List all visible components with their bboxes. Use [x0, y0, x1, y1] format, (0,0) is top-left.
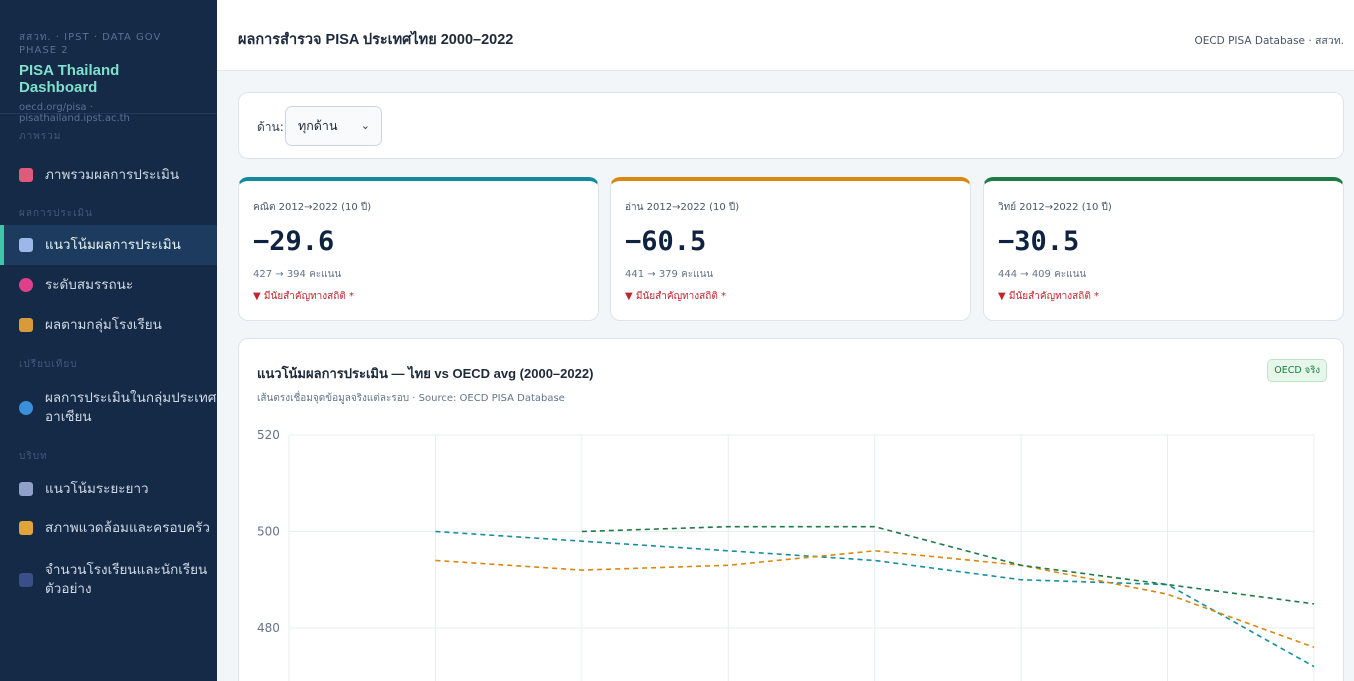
sidebar-item-label: แนวโน้มผลการประเมิน: [45, 236, 181, 253]
sidebar-item-school-groups[interactable]: ผลตามกลุ่มโรงเรียน: [0, 312, 217, 338]
chart-icon: [19, 482, 33, 496]
source-label: OECD PISA Database · สสวท.: [1194, 35, 1344, 47]
sidebar: สสวท. · IPST · DATA GOV PHASE 2 PISA Tha…: [0, 0, 217, 681]
sidebar-item-label: จำนวนโรงเรียนและนักเรียน ตัวอย่าง: [45, 561, 207, 599]
app-root: สสวท. · IPST · DATA GOV PHASE 2 PISA Tha…: [0, 0, 1354, 681]
school-icon: [19, 318, 33, 332]
sidebar-item-trend[interactable]: แนวโน้มผลการประเมิน: [0, 225, 217, 265]
domain-filter-label: ด้าน:: [257, 120, 284, 134]
sidebar-item-sample[interactable]: จำนวนโรงเรียนและนักเรียน ตัวอย่าง: [0, 558, 217, 602]
house-icon: [19, 521, 33, 535]
sidebar-item-label-line2: อาเซียน: [45, 409, 92, 425]
nav-section-results: ผลการประเมิน: [19, 208, 93, 219]
sidebar-item-proficiency[interactable]: ระดับสมรรถนะ: [0, 272, 217, 298]
stat-value: −29.6: [253, 226, 335, 257]
sidebar-item-label: สภาพแวดล้อมและครอบครัว: [45, 519, 210, 536]
stat-sub: 427 → 394 คะแนน: [253, 269, 342, 280]
sidebar-item-label: ผลการประเมินในกลุ่มประเทศ อาเซียน: [45, 389, 216, 427]
brand: สสวท. · IPST · DATA GOV PHASE 2 PISA Tha…: [0, 0, 217, 124]
trend-chart-card: แนวโน้มผลการประเมิน — ไทย vs OECD avg (2…: [238, 338, 1344, 681]
people-icon: [19, 573, 33, 587]
sidebar-item-environment[interactable]: สภาพแวดล้อมและครอบครัว: [0, 515, 217, 541]
stat-significance: ▼ มีนัยสำคัญทางสถิติ *: [625, 291, 727, 302]
brand-subtitle: oecd.org/pisa · pisathailand.ipst.ac.th: [19, 102, 130, 124]
brand-title: PISA Thailand Dashboard: [19, 62, 120, 96]
stat-significance: ▼ มีนัยสำคัญทางสถิติ *: [253, 291, 355, 302]
nav-section-compare: เปรียบเทียบ: [19, 359, 78, 370]
sidebar-item-label: แนวโน้มระยะยาว: [45, 480, 149, 497]
stat-label: คณิต 2012→2022 (10 ปี): [253, 202, 372, 213]
sidebar-item-label-line2: ตัวอย่าง: [45, 581, 92, 597]
filter-card: ด้าน: ทุกด้าน ⌄: [238, 92, 1344, 159]
sidebar-item-long-term[interactable]: แนวโน้มระยะยาว: [0, 476, 217, 502]
stat-sub: 441 → 379 คะแนน: [625, 269, 714, 280]
nav-section-overview: ภาพรวม: [19, 131, 62, 142]
y-tick-label: 520: [257, 428, 280, 442]
stat-value: −30.5: [998, 226, 1080, 257]
globe-icon: [19, 401, 33, 415]
sidebar-item-label-line1: ผลการประเมินในกลุ่มประเทศ: [45, 390, 217, 406]
stat-card-science: วิทย์ 2012→2022 (10 ปี) −30.5 444 → 409 …: [983, 177, 1344, 321]
topbar: ผลการสำรวจ PISA ประเทศไทย 2000–2022 OECD…: [217, 0, 1354, 71]
y-tick-label: 500: [257, 525, 280, 539]
trend-line-chart: 520 500 480: [257, 428, 1315, 681]
stat-label: วิทย์ 2012→2022 (10 ปี): [998, 202, 1112, 213]
series-line-2: [581, 525, 1315, 605]
nav-section-context: บริบท: [19, 451, 48, 462]
sidebar-item-label: ภาพรวมผลการประเมิน: [45, 166, 180, 183]
trend-chart-icon: [19, 238, 33, 252]
bar-chart-icon: [19, 168, 33, 182]
stat-card-math: คณิต 2012→2022 (10 ปี) −29.6 427 → 394 ค…: [238, 177, 599, 321]
domain-select-value: ทุกด้าน: [298, 118, 338, 133]
stat-label: อ่าน 2012→2022 (10 ปี): [625, 202, 740, 213]
domain-select[interactable]: ทุกด้าน ⌄: [285, 106, 382, 146]
page-title: ผลการสำรวจ PISA ประเทศไทย 2000–2022: [238, 32, 514, 48]
target-icon: [19, 278, 33, 292]
y-tick-label: 480: [257, 621, 280, 635]
stat-card-reading: อ่าน 2012→2022 (10 ปี) −60.5 441 → 379 ค…: [610, 177, 971, 321]
stat-value: −60.5: [625, 226, 707, 257]
chevron-down-icon: ⌄: [360, 119, 370, 132]
stat-sub: 444 → 409 คะแนน: [998, 269, 1087, 280]
brand-kicker: สสวท. · IPST · DATA GOV PHASE 2: [19, 32, 162, 56]
sidebar-item-asean[interactable]: ผลการประเมินในกลุ่มประเทศ อาเซียน: [0, 386, 217, 430]
stat-significance: ▼ มีนัยสำคัญทางสถิติ *: [998, 291, 1100, 302]
sidebar-item-label-line1: จำนวนโรงเรียนและนักเรียน: [45, 562, 208, 578]
sidebar-item-label: ระดับสมรรถนะ: [45, 276, 134, 293]
sidebar-item-label: ผลตามกลุ่มโรงเรียน: [45, 316, 162, 333]
sidebar-item-overview[interactable]: ภาพรวมผลการประเมิน: [0, 162, 217, 188]
